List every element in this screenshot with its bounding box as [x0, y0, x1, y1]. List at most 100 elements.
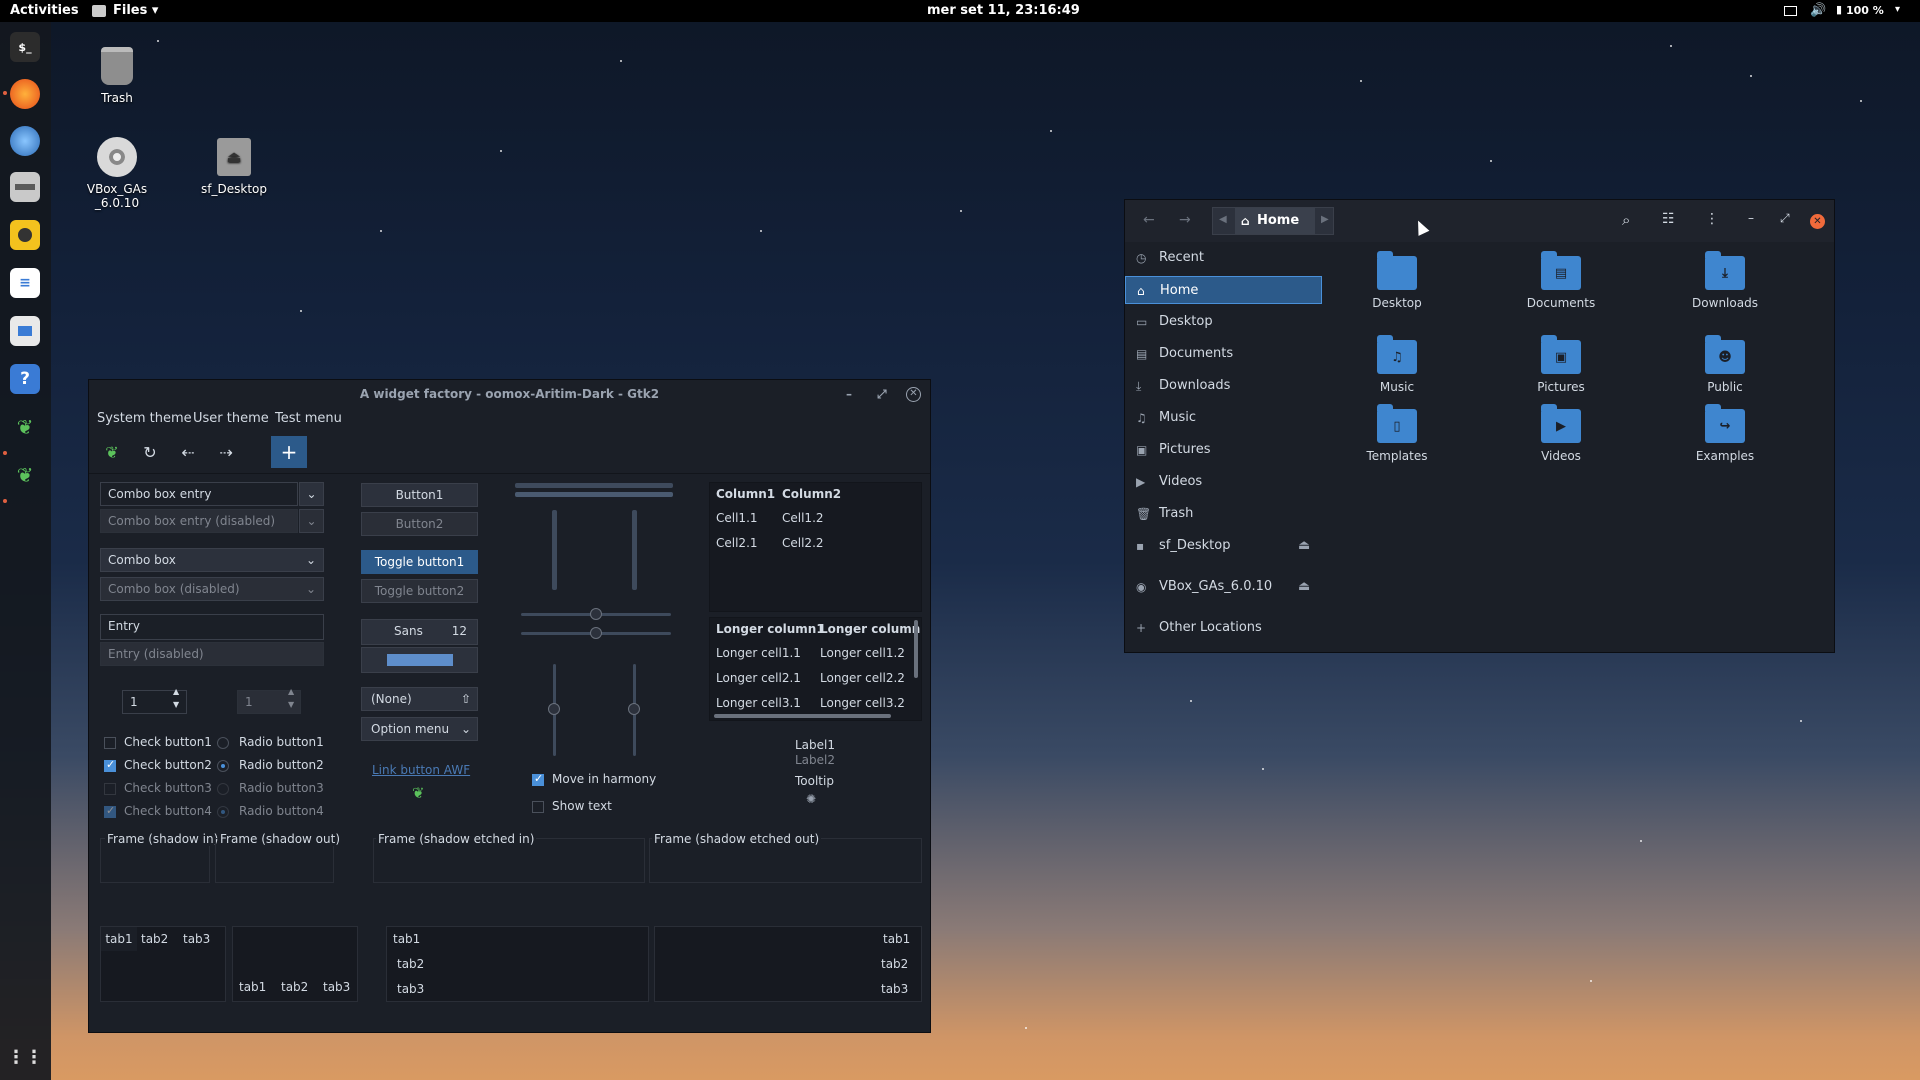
folder-examples[interactable]: ↪ Examples	[1670, 404, 1780, 463]
folder-pictures[interactable]: ▣ Pictures	[1506, 335, 1616, 394]
tree-cell[interactable]: Longer cell2.1	[716, 671, 801, 685]
close-icon[interactable]: ✕	[906, 387, 921, 402]
rhythmbox-icon[interactable]	[10, 220, 40, 250]
tree-cell[interactable]: Cell2.1	[716, 536, 758, 550]
window-titlebar[interactable]: A widget factory - oomox-Aritim-Dark - G…	[89, 380, 930, 408]
desktop-icon-trash[interactable]: Trash	[72, 45, 162, 105]
path-right-icon[interactable]: ▶	[1321, 214, 1329, 225]
scale-knob[interactable]	[628, 703, 640, 715]
app-menu[interactable]: Files ▾	[113, 3, 158, 18]
horizontal-scrollbar[interactable]	[714, 714, 891, 718]
sidebar-item-other-locations[interactable]: + Other Locations	[1125, 614, 1322, 642]
view-list-icon[interactable]: ☷	[1662, 211, 1675, 227]
column-header[interactable]: Column1	[716, 487, 775, 501]
column-header[interactable]: Longer column	[820, 622, 920, 636]
tree-cell[interactable]: Longer cell1.1	[716, 646, 801, 660]
tab-tab3[interactable]: tab3	[183, 932, 210, 946]
folder-documents[interactable]: ▤ Documents	[1506, 251, 1616, 310]
tab-tab1[interactable]: tab1	[393, 932, 420, 946]
file-chooser-button[interactable]: (None) ⇧	[361, 687, 478, 711]
minimize-icon[interactable]: –	[1748, 211, 1754, 225]
sidebar-item-desktop[interactable]: ▭ Desktop	[1125, 308, 1322, 336]
folder-videos[interactable]: ▶ Videos	[1506, 404, 1616, 463]
tab-tab1[interactable]: tab1	[883, 932, 910, 946]
sidebar-item-home[interactable]: ⌂ Home	[1125, 276, 1322, 304]
sidebar-item-trash[interactable]: 🗑 Trash	[1125, 500, 1322, 528]
sidebar-item-documents[interactable]: ▤ Documents	[1125, 340, 1322, 368]
gtk-logo-icon[interactable]: ❦	[97, 436, 127, 468]
back-arrow-icon[interactable]: ←	[1143, 212, 1155, 228]
minimize-icon[interactable]: –	[846, 380, 852, 408]
screen-icon[interactable]	[1784, 6, 1797, 16]
tree-cell[interactable]: Cell1.1	[716, 511, 758, 525]
path-left-icon[interactable]: ◀	[1219, 214, 1227, 225]
gtk-widget-factory-icon[interactable]: ❦	[10, 412, 40, 442]
terminal-icon[interactable]: $_	[10, 32, 40, 62]
column-header[interactable]: Column2	[782, 487, 841, 501]
tab-tab2[interactable]: tab2	[881, 957, 908, 971]
radio-button1[interactable]	[217, 737, 229, 749]
tree-view-2[interactable]: Longer column1 Longer column Longer cell…	[709, 617, 922, 721]
tree-view-1[interactable]: Column1 Column2 Cell1.1 Cell1.2 Cell2.1 …	[709, 482, 922, 612]
button1[interactable]: Button1	[361, 483, 478, 507]
desktop-icon-vbox[interactable]: VBox_GAs_6.0.10	[72, 136, 162, 210]
tab-tab3[interactable]: tab3	[881, 982, 908, 996]
add-icon[interactable]: +	[271, 436, 307, 468]
battery-icon[interactable]: ▮	[1836, 3, 1842, 16]
chevron-down-icon[interactable]: ⌄	[299, 482, 324, 506]
folder-public[interactable]: ☻ Public	[1670, 335, 1780, 394]
entry[interactable]: Entry	[100, 614, 324, 640]
show-applications-icon[interactable]: ⋮⋮	[7, 1042, 43, 1072]
column-header[interactable]: Longer column1	[716, 622, 825, 636]
tree-cell[interactable]: Longer cell3.1	[716, 696, 801, 710]
tooltip-label[interactable]: Tooltip	[795, 774, 834, 788]
maximize-icon[interactable]: ⤢	[1780, 211, 1790, 226]
path-home-button[interactable]: ⌂ Home	[1235, 208, 1315, 234]
maximize-icon[interactable]: ⤢	[877, 380, 887, 408]
tree-cell[interactable]: Longer cell2.2	[820, 671, 905, 685]
back-arrow-icon[interactable]: ⇠	[173, 436, 203, 468]
option-menu[interactable]: Option menu ⌄	[361, 717, 478, 741]
sidebar-item-recent[interactable]: ◷ Recent	[1125, 244, 1322, 272]
gtk-widget-factory-2-icon[interactable]: ❦	[10, 460, 40, 490]
folder-music[interactable]: ♫ Music	[1342, 335, 1452, 394]
tab-tab3[interactable]: tab3	[397, 982, 424, 996]
help-icon[interactable]: ?	[10, 364, 40, 394]
close-icon[interactable]: ✕	[1810, 214, 1825, 229]
scale-knob[interactable]	[548, 703, 560, 715]
folder-templates[interactable]: ▯ Templates	[1342, 404, 1452, 463]
header-bar[interactable]: ← → ◀ ⌂ Home ▶ ⌕ ☷ ⋮ – ⤢ ✕	[1125, 200, 1834, 242]
combo-box[interactable]: Combo box ⌄	[100, 548, 324, 572]
writer-icon[interactable]: ≡	[10, 268, 40, 298]
scale-knob[interactable]	[590, 627, 602, 639]
font-button[interactable]: Sans 12	[361, 619, 478, 645]
sidebar-item-vbox[interactable]: ◉ VBox_GAs_6.0.10 ⏏	[1125, 573, 1322, 601]
move-in-harmony-check[interactable]	[532, 772, 544, 786]
firefox-icon[interactable]	[10, 79, 40, 109]
tree-cell[interactable]: Cell2.2	[782, 536, 824, 550]
scale-knob[interactable]	[590, 608, 602, 620]
eject-icon[interactable]: ⏏	[1298, 573, 1310, 601]
battery-label[interactable]: 100 %	[1846, 4, 1884, 17]
sidebar-item-videos[interactable]: ▶ Videos	[1125, 468, 1322, 496]
software-icon[interactable]	[10, 316, 40, 346]
spin-down-icon[interactable]: ▼	[173, 700, 179, 709]
refresh-icon[interactable]: ↻	[135, 436, 165, 468]
folder-desktop[interactable]: Desktop	[1342, 251, 1452, 310]
combo-box-entry[interactable]: Combo box entry	[100, 482, 298, 506]
tab-tab2[interactable]: tab2	[397, 957, 424, 971]
menu-system-theme[interactable]: System theme	[97, 411, 192, 426]
clock[interactable]: mer set 11, 23:16:49	[927, 3, 1080, 18]
color-button[interactable]	[361, 647, 478, 673]
vertical-scrollbar[interactable]	[914, 620, 918, 678]
sidebar-item-downloads[interactable]: ⤓ Downloads	[1125, 372, 1322, 400]
volume-icon[interactable]: 🔊	[1810, 3, 1826, 18]
sidebar-item-pictures[interactable]: ▣ Pictures	[1125, 436, 1322, 464]
system-menu-arrow-icon[interactable]: ▾	[1895, 4, 1900, 15]
eject-icon[interactable]: ⏏	[1298, 532, 1310, 560]
menu-test-menu[interactable]: Test menu	[275, 411, 342, 426]
folder-downloads[interactable]: ⤓ Downloads	[1670, 251, 1780, 310]
tab-tab1[interactable]: tab1	[239, 980, 266, 994]
forward-arrow-icon[interactable]: →	[1179, 212, 1191, 228]
sidebar-item-music[interactable]: ♫ Music	[1125, 404, 1322, 432]
